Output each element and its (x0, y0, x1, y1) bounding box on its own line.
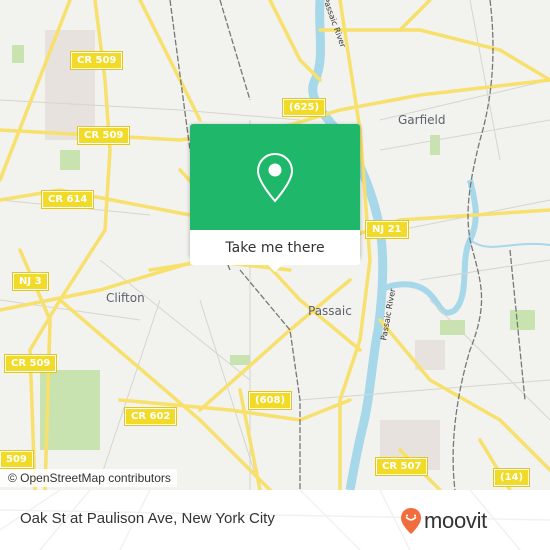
city-label-clifton: Clifton (106, 291, 145, 305)
location-popup: Take me there (190, 124, 360, 272)
park-area (230, 355, 250, 365)
map-view[interactable]: Garfield Clifton Passaic Passaic River P… (0, 0, 550, 490)
road-shield: CR 614 (40, 190, 95, 209)
moovit-logo[interactable]: moovit (400, 506, 487, 536)
take-me-there-label: Take me there (225, 239, 325, 256)
road-shield: (14) (492, 468, 531, 487)
park-area (12, 45, 24, 63)
moovit-logo-icon (401, 508, 421, 534)
road-shield: (608) (247, 391, 293, 410)
road-shield: CR 509 (69, 51, 124, 70)
road-shield: CR 509 (3, 354, 58, 373)
road-shield: NJ 21 (365, 220, 409, 239)
road-shield: CR 602 (123, 407, 178, 426)
road-shield: CR 507 (374, 457, 429, 476)
road-shield: (625) (281, 98, 327, 117)
stop-title: Oak St at Paulison Ave, New York City (20, 510, 275, 527)
road-shield: CR 509 (76, 126, 131, 145)
map-attribution[interactable]: © OpenStreetMap contributors (0, 469, 177, 487)
road-shield: 509 (0, 450, 34, 469)
city-label-garfield: Garfield (398, 113, 446, 127)
stream (469, 239, 550, 248)
moovit-brand-text: moovit (424, 508, 487, 533)
road-shield: NJ 3 (12, 272, 49, 291)
location-pin-icon (256, 152, 294, 203)
park-area (60, 150, 80, 170)
popup-pointer (266, 263, 284, 272)
park-area (510, 310, 535, 330)
city-label-passaic: Passaic (308, 304, 352, 318)
take-me-there-button[interactable]: Take me there (190, 230, 360, 265)
park-area (430, 135, 440, 155)
